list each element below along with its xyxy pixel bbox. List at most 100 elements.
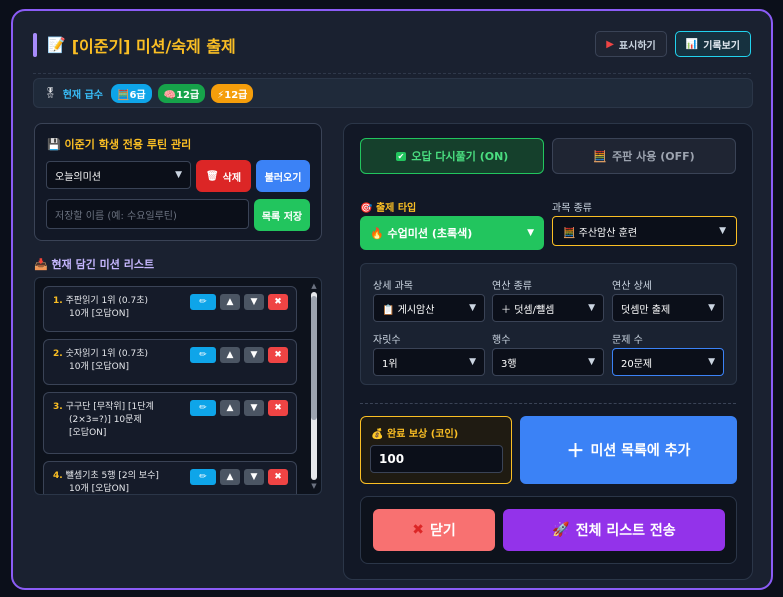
rows-label: 행수 bbox=[492, 335, 511, 346]
detail-settings: 상세 과목 연산 종류 연산 상세 📋 게시암산 ▼ ＋ 덧셈/뺄셈 ▼ 덧셈만… bbox=[360, 263, 737, 385]
digits-label: 자릿수 bbox=[373, 335, 401, 346]
edit-icon[interactable]: ✏ bbox=[190, 294, 216, 310]
rows-select[interactable]: 3행 ▼ bbox=[492, 348, 604, 376]
save-label: 목록 저장 bbox=[261, 211, 303, 223]
detail-subject-label: 상세 과목 bbox=[373, 281, 413, 292]
abacus-icon: 🧮 bbox=[117, 89, 130, 101]
delete-routine-button[interactable]: 🗑 삭제 bbox=[196, 160, 251, 192]
target-icon: 🎯 bbox=[360, 203, 373, 214]
abacus-icon: 🧮 bbox=[593, 149, 608, 163]
op-detail-select[interactable]: 덧셈만 출제 ▼ bbox=[612, 294, 724, 322]
abacus-toggle-label: 주판 사용 (OFF) bbox=[612, 150, 695, 163]
mission-modal: 📝 [이준기] 미션/숙제 출제 ▶ 표시하기 📊 기록보기 🎖 현재 급수 🧮… bbox=[11, 9, 773, 590]
type-label: 🎯 출제 타입 bbox=[360, 203, 417, 214]
config-divider bbox=[360, 403, 736, 404]
edit-icon[interactable]: ✏ bbox=[190, 347, 216, 363]
move-up-icon[interactable]: ▲ bbox=[220, 400, 240, 416]
count-label: 문제 수 bbox=[612, 335, 643, 346]
grade-badge-abacus: 🧮6급 bbox=[111, 83, 152, 103]
routine-name-placeholder: 저장할 이름 (예: 수요일루틴) bbox=[55, 210, 177, 222]
mission-type-select[interactable]: 🔥 수업미션 (초록색) ▼ bbox=[360, 216, 544, 250]
delete-icon[interactable]: ✖ bbox=[268, 347, 288, 363]
grade-bar: 🎖 현재 급수 🧮6급 🧠12급 ⚡12급 bbox=[33, 78, 753, 108]
delete-icon[interactable]: ✖ bbox=[268, 469, 288, 485]
fire-icon: 🔥 bbox=[370, 227, 384, 240]
count-select[interactable]: 20문제 ▼ bbox=[612, 348, 724, 376]
send-list-label: 전체 리스트 전송 bbox=[575, 523, 676, 539]
show-button[interactable]: ▶ 표시하기 bbox=[595, 31, 667, 57]
list-item: 3. 구구단 [무작위] [1단계 (2×3=?)] 10문제 [오답ON] ✏… bbox=[43, 392, 297, 454]
move-down-icon[interactable]: ▼ bbox=[244, 347, 264, 363]
close-button[interactable]: ✖ 닫기 bbox=[373, 509, 495, 551]
delete-icon[interactable]: ✖ bbox=[268, 400, 288, 416]
routine-name-input[interactable]: 저장할 이름 (예: 수요일루틴) bbox=[46, 199, 249, 229]
digits-select[interactable]: 1위 ▼ bbox=[373, 348, 485, 376]
edit-icon[interactable]: ✏ bbox=[190, 469, 216, 485]
routine-select-value: 오늘의미션 bbox=[55, 171, 101, 183]
edit-icon[interactable]: ✏ bbox=[190, 400, 216, 416]
chevron-down-icon: ▼ bbox=[469, 357, 476, 367]
list-item: 1. 주판읽기 1위 (0.7초) 10개 [오답ON] ✏ ▲ ▼ ✖ bbox=[43, 286, 297, 332]
list-scrollbar[interactable]: ▲ ▼ bbox=[309, 282, 319, 492]
wrong-retry-label: 오답 다시풀기 (ON) bbox=[411, 150, 509, 163]
save-routine-button[interactable]: 목록 저장 bbox=[254, 199, 310, 231]
chevron-down-icon: ▼ bbox=[175, 170, 182, 180]
inbox-icon: 📥 bbox=[34, 258, 48, 271]
plus-icon: ＋ bbox=[501, 304, 511, 316]
scroll-down-icon[interactable]: ▼ bbox=[309, 482, 319, 490]
subject-select[interactable]: 🧮 주산암산 훈련 ▼ bbox=[552, 216, 737, 246]
detail-subject-select[interactable]: 📋 게시암산 ▼ bbox=[373, 294, 485, 322]
reward-input[interactable]: 100 bbox=[370, 445, 503, 473]
mission-list-title-text: 현재 담긴 미션 리스트 bbox=[51, 258, 155, 271]
modal-header: 📝 [이준기] 미션/숙제 출제 bbox=[33, 33, 236, 57]
add-mission-label: 미션 목록에 추가 bbox=[590, 443, 691, 459]
chevron-down-icon: ▼ bbox=[588, 357, 595, 367]
move-up-icon[interactable]: ▲ bbox=[220, 347, 240, 363]
move-up-icon[interactable]: ▲ bbox=[220, 294, 240, 310]
chevron-down-icon: ▼ bbox=[469, 303, 476, 313]
abacus-icon: 🧮 bbox=[563, 227, 576, 239]
scrollbar-thumb[interactable] bbox=[311, 296, 317, 420]
medal-icon: 🎖 bbox=[44, 87, 57, 99]
op-type-select[interactable]: ＋ 덧셈/뺄셈 ▼ bbox=[492, 294, 604, 322]
rocket-icon: 🚀 bbox=[552, 522, 570, 538]
clipboard-icon: 📋 bbox=[382, 304, 395, 316]
mission-list[interactable]: 1. 주판읽기 1위 (0.7초) 10개 [오답ON] ✏ ▲ ▼ ✖ 2. … bbox=[34, 277, 322, 495]
close-label: 닫기 bbox=[429, 523, 456, 539]
mission-text: 4. 뺄셈기초 5행 [2의 보수] 10개 [오답ON] bbox=[53, 471, 159, 494]
show-button-label: 표시하기 bbox=[618, 40, 656, 52]
trash-icon: 🗑 bbox=[205, 170, 219, 182]
chevron-down-icon: ▼ bbox=[527, 228, 534, 238]
routine-title: 💾 이준기 학생 전용 루틴 관리 bbox=[47, 136, 191, 152]
mission-list-title: 📥 현재 담긴 미션 리스트 bbox=[34, 256, 154, 272]
header-divider bbox=[33, 73, 751, 74]
op-type-label: 연산 종류 bbox=[492, 281, 532, 292]
checkmark-icon: ✔ bbox=[395, 151, 407, 161]
routine-title-text: 이준기 학생 전용 루틴 관리 bbox=[64, 138, 192, 151]
move-down-icon[interactable]: ▼ bbox=[244, 400, 264, 416]
move-up-icon[interactable]: ▲ bbox=[220, 469, 240, 485]
brain-icon: 🧠 bbox=[163, 89, 177, 101]
delete-label: 삭제 bbox=[222, 172, 242, 184]
wrong-retry-toggle[interactable]: ✔ 오답 다시풀기 (ON) bbox=[360, 138, 544, 174]
delete-icon[interactable]: ✖ bbox=[268, 294, 288, 310]
move-down-icon[interactable]: ▼ bbox=[244, 294, 264, 310]
add-mission-button[interactable]: ＋ 미션 목록에 추가 bbox=[520, 416, 737, 484]
action-bar: ✖ 닫기 🚀 전체 리스트 전송 bbox=[360, 496, 737, 564]
load-label: 불러오기 bbox=[264, 172, 302, 184]
close-icon: ✖ bbox=[412, 522, 424, 538]
money-bag-icon: 💰 bbox=[371, 429, 384, 440]
load-routine-button[interactable]: 불러오기 bbox=[256, 160, 310, 192]
send-list-button[interactable]: 🚀 전체 리스트 전송 bbox=[503, 509, 725, 551]
reward-box: 💰 완료 보상 (코인) 100 bbox=[360, 416, 512, 484]
record-button[interactable]: 📊 기록보기 bbox=[674, 31, 751, 57]
move-down-icon[interactable]: ▼ bbox=[244, 469, 264, 485]
chart-icon: 📊 bbox=[685, 38, 699, 50]
record-button-label: 기록보기 bbox=[703, 40, 740, 52]
abacus-toggle[interactable]: 🧮 주판 사용 (OFF) bbox=[552, 138, 736, 174]
mission-text: 2. 숫자읽기 1위 (0.7초) 10개 [오답ON] bbox=[53, 349, 149, 372]
scroll-up-icon[interactable]: ▲ bbox=[309, 282, 319, 290]
chevron-down-icon: ▼ bbox=[708, 303, 715, 313]
routine-select[interactable]: 오늘의미션 ▼ bbox=[46, 161, 191, 189]
routine-panel: 💾 이준기 학생 전용 루틴 관리 오늘의미션 ▼ 🗑 삭제 불러오기 저장할 … bbox=[34, 123, 322, 241]
